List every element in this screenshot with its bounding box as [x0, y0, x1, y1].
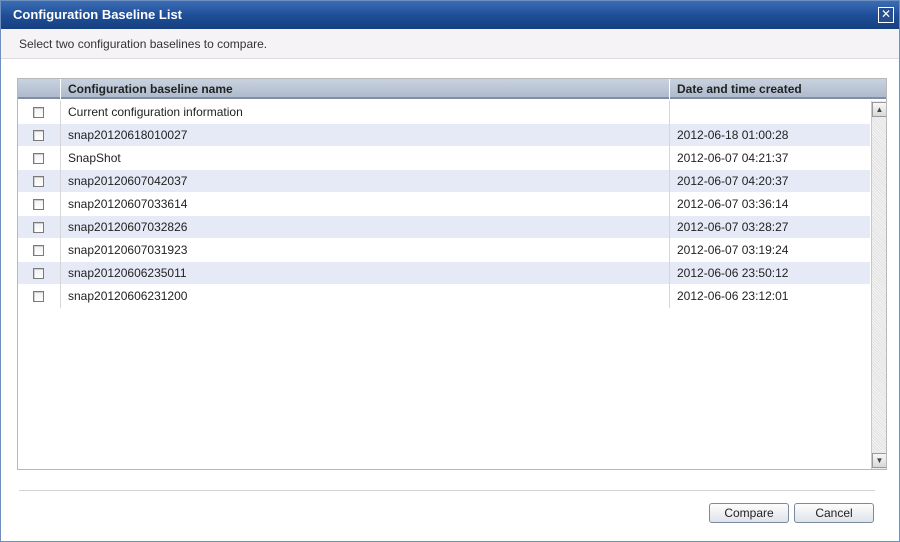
baseline-name-cell: snap20120607042037	[61, 170, 670, 193]
table-row[interactable]: SnapShot 2012-06-07 04:21:37	[18, 147, 870, 170]
table-body: Current configuration information snap201…	[18, 101, 870, 308]
baseline-table: Configuration baseline name Date and tim…	[17, 78, 887, 470]
row-select-cell	[18, 285, 61, 308]
table-row[interactable]: snap20120606231200 2012-06-06 23:12:01	[18, 285, 870, 308]
row-checkbox[interactable]	[33, 199, 44, 210]
header-date-created[interactable]: Date and time created	[670, 79, 886, 99]
table-row[interactable]: snap20120607032826 2012-06-07 03:28:27	[18, 216, 870, 239]
row-checkbox[interactable]	[33, 176, 44, 187]
row-checkbox[interactable]	[33, 222, 44, 233]
footer-divider	[19, 490, 875, 491]
row-select-cell	[18, 239, 61, 262]
date-created-cell: 2012-06-18 01:00:28	[677, 128, 789, 142]
row-select-cell	[18, 124, 61, 147]
cancel-button[interactable]: Cancel	[794, 503, 874, 523]
baseline-list-dialog: Configuration Baseline List ✕ Select two…	[0, 0, 900, 542]
date-created-cell: 2012-06-06 23:50:12	[677, 266, 789, 280]
row-checkbox[interactable]	[33, 130, 44, 141]
row-select-cell	[18, 147, 61, 170]
header-baseline-name[interactable]: Configuration baseline name	[61, 79, 670, 99]
header-select	[18, 79, 61, 99]
table-header: Configuration baseline name Date and tim…	[18, 79, 886, 99]
date-created-cell: 2012-06-07 04:21:37	[677, 151, 789, 165]
instruction-text: Select two configuration baselines to co…	[1, 29, 899, 59]
close-icon[interactable]: ✕	[878, 7, 894, 23]
baseline-name-cell: Current configuration information	[61, 101, 670, 124]
date-created-cell: 2012-06-07 03:28:27	[677, 220, 789, 234]
baseline-name-cell: SnapShot	[61, 147, 670, 170]
table-row[interactable]: snap20120607033614 2012-06-07 03:36:14	[18, 193, 870, 216]
baseline-name-cell: snap20120606235011	[61, 262, 670, 285]
row-select-cell	[18, 216, 61, 239]
row-select-cell	[18, 193, 61, 216]
date-created-cell: 2012-06-07 04:20:37	[677, 174, 789, 188]
row-checkbox[interactable]	[33, 107, 44, 118]
row-checkbox[interactable]	[33, 268, 44, 279]
date-created-cell: 2012-06-07 03:19:24	[677, 243, 789, 257]
date-created-cell: 2012-06-06 23:12:01	[677, 289, 789, 303]
table-row[interactable]: Current configuration information	[18, 101, 870, 124]
row-checkbox[interactable]	[33, 291, 44, 302]
baseline-name-cell: snap20120618010027	[61, 124, 670, 147]
date-created-cell	[670, 101, 870, 124]
baseline-name-cell: snap20120607032826	[61, 216, 670, 239]
table-row[interactable]: snap20120607042037 2012-06-07 04:20:37	[18, 170, 870, 193]
baseline-name-cell: snap20120606231200	[61, 285, 670, 308]
row-checkbox[interactable]	[33, 153, 44, 164]
row-select-cell	[18, 101, 61, 124]
date-created-cell: 2012-06-07 03:36:14	[677, 197, 789, 211]
title-bar: Configuration Baseline List ✕	[1, 1, 899, 29]
baseline-name-cell: snap20120607031923	[61, 239, 670, 262]
scroll-down-icon[interactable]: ▼	[872, 453, 886, 468]
baseline-name-cell: snap20120607033614	[61, 193, 670, 216]
scroll-up-icon[interactable]: ▲	[872, 102, 886, 117]
row-select-cell	[18, 262, 61, 285]
row-checkbox[interactable]	[33, 245, 44, 256]
vertical-scrollbar[interactable]: ▲ ▼	[871, 101, 886, 469]
table-row[interactable]: snap20120607031923 2012-06-07 03:19:24	[18, 239, 870, 262]
table-row[interactable]: snap20120606235011 2012-06-06 23:50:12	[18, 262, 870, 285]
dialog-title: Configuration Baseline List	[13, 7, 183, 22]
row-select-cell	[18, 170, 61, 193]
compare-button[interactable]: Compare	[709, 503, 789, 523]
table-row[interactable]: snap20120618010027 2012-06-18 01:00:28	[18, 124, 870, 147]
